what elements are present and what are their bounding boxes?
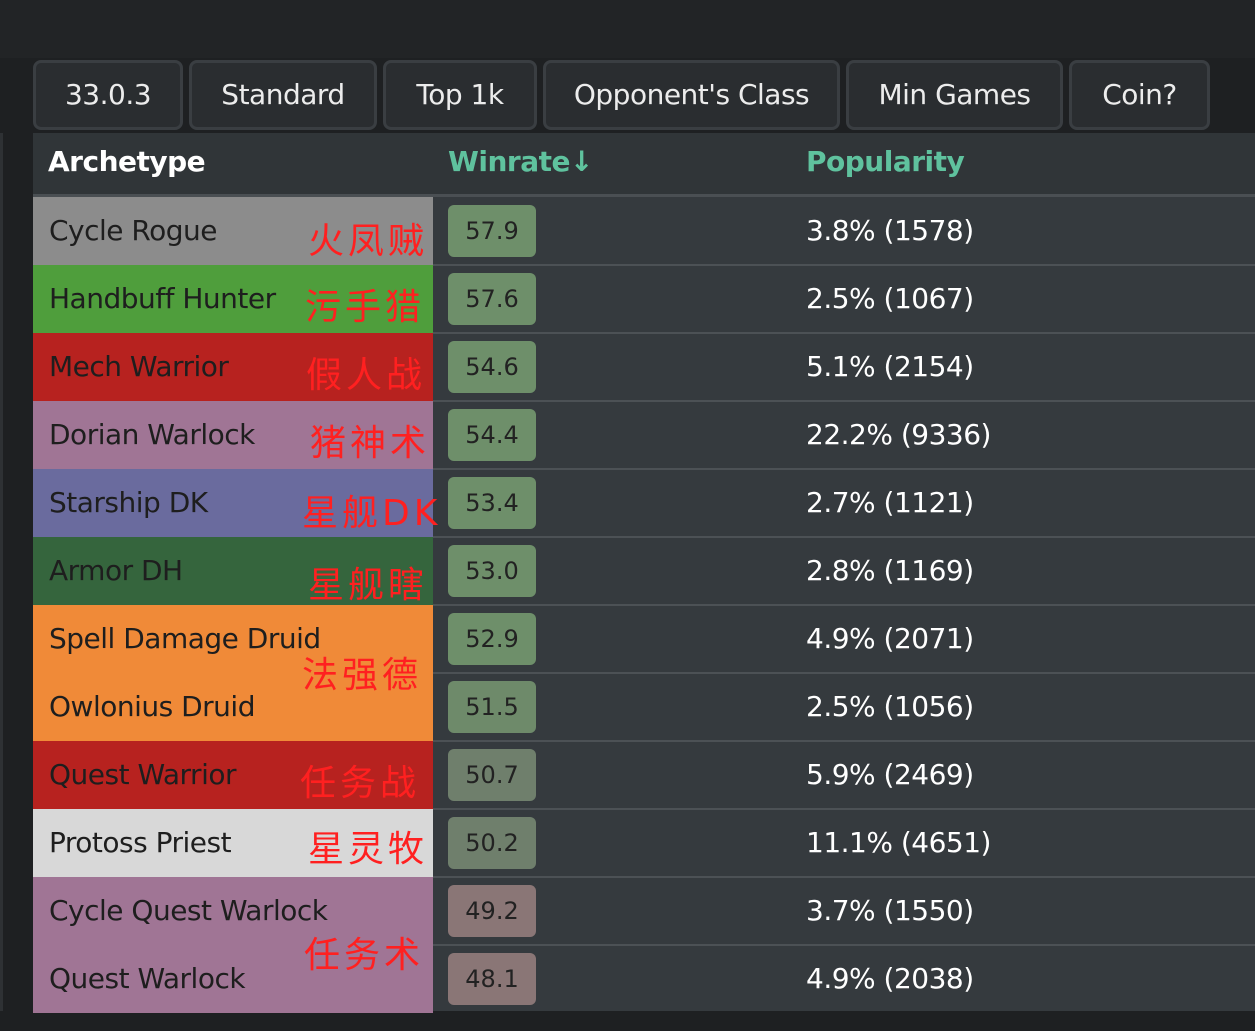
row-divider	[433, 400, 1255, 402]
archetype-name[interactable]: Owlonius Druid	[49, 673, 255, 741]
left-edge-divider	[0, 133, 3, 1011]
coin-filter-button[interactable]: Coin?	[1069, 60, 1210, 130]
winrate-badge: 50.2	[448, 817, 536, 869]
winrate-badge: 48.1	[448, 953, 536, 1005]
popularity-value: 22.2% (9336)	[806, 418, 991, 451]
row-divider	[433, 536, 1255, 538]
winrate-badge: 54.6	[448, 341, 536, 393]
winrate-badge: 57.6	[448, 273, 536, 325]
popularity-value: 2.5% (1056)	[806, 690, 974, 723]
winrate-badge: 49.2	[448, 885, 536, 937]
winrate-badge: 53.0	[448, 545, 536, 597]
archetype-name[interactable]: Spell Damage Druid	[49, 605, 321, 673]
archetype-name[interactable]: Quest Warlock	[49, 945, 246, 1013]
popularity-value: 11.1% (4651)	[806, 826, 991, 859]
chinese-nickname-annotation: 星舰DK	[302, 493, 442, 534]
patch-filter-button[interactable]: 33.0.3	[33, 60, 183, 130]
winrate-badge: 57.9	[448, 205, 536, 257]
popularity-value: 2.7% (1121)	[806, 486, 974, 519]
row-divider	[433, 468, 1255, 470]
chinese-nickname-annotation: 法强德	[302, 655, 423, 696]
row-divider	[433, 672, 1255, 674]
chinese-nickname-annotation: 星灵牧	[308, 829, 429, 870]
chinese-nickname-annotation: 星舰瞎	[308, 565, 429, 606]
chinese-nickname-annotation: 猪神术	[310, 423, 431, 464]
archetype-name[interactable]: Handbuff Hunter	[49, 265, 276, 333]
archetype-name[interactable]: Cycle Rogue	[49, 197, 218, 265]
min-games-filter-button[interactable]: Min Games	[846, 60, 1063, 130]
table-header	[33, 133, 1255, 195]
chinese-nickname-annotation: 火凤贼	[308, 221, 429, 262]
chinese-nickname-annotation: 假人战	[306, 355, 427, 396]
row-divider	[433, 332, 1255, 334]
chinese-nickname-annotation: 污手猎	[305, 287, 426, 328]
row-divider	[433, 740, 1255, 742]
popularity-value: 5.9% (2469)	[806, 758, 974, 791]
archetype-name[interactable]: Starship DK	[49, 469, 208, 537]
rank-filter-button[interactable]: Top 1k	[383, 60, 537, 130]
popularity-value: 2.8% (1169)	[806, 554, 974, 587]
winrate-badge: 54.4	[448, 409, 536, 461]
winrate-column-header[interactable]: Winrate↓	[448, 145, 593, 178]
popularity-value: 4.9% (2071)	[806, 622, 974, 655]
popularity-value: 3.7% (1550)	[806, 894, 974, 927]
chinese-nickname-annotation: 任务战	[300, 763, 421, 804]
archetype-name[interactable]: Cycle Quest Warlock	[49, 877, 328, 945]
archetype-name[interactable]: Armor DH	[49, 537, 183, 605]
popularity-column-header[interactable]: Popularity	[806, 145, 965, 178]
popularity-value: 5.1% (2154)	[806, 350, 974, 383]
top-bar	[0, 0, 1255, 58]
archetype-name[interactable]: Protoss Priest	[49, 809, 232, 877]
popularity-value: 2.5% (1067)	[806, 282, 974, 315]
archetype-name[interactable]: Mech Warrior	[49, 333, 229, 401]
archetype-name[interactable]: Dorian Warlock	[49, 401, 255, 469]
chinese-nickname-annotation: 任务术	[304, 935, 425, 976]
popularity-value: 4.9% (2038)	[806, 962, 974, 995]
popularity-value: 3.8% (1578)	[806, 214, 974, 247]
winrate-badge: 53.4	[448, 477, 536, 529]
row-divider	[433, 264, 1255, 266]
format-filter-button[interactable]: Standard	[189, 60, 377, 130]
row-divider	[433, 876, 1255, 878]
opponent-class-filter-button[interactable]: Opponent's Class	[543, 60, 840, 130]
row-divider	[433, 604, 1255, 606]
archetype-name[interactable]: Quest Warrior	[49, 741, 236, 809]
winrate-badge: 51.5	[448, 681, 536, 733]
row-divider	[433, 808, 1255, 810]
winrate-badge: 52.9	[448, 613, 536, 665]
winrate-badge: 50.7	[448, 749, 536, 801]
archetype-column-header[interactable]: Archetype	[48, 145, 206, 178]
row-divider	[433, 944, 1255, 946]
